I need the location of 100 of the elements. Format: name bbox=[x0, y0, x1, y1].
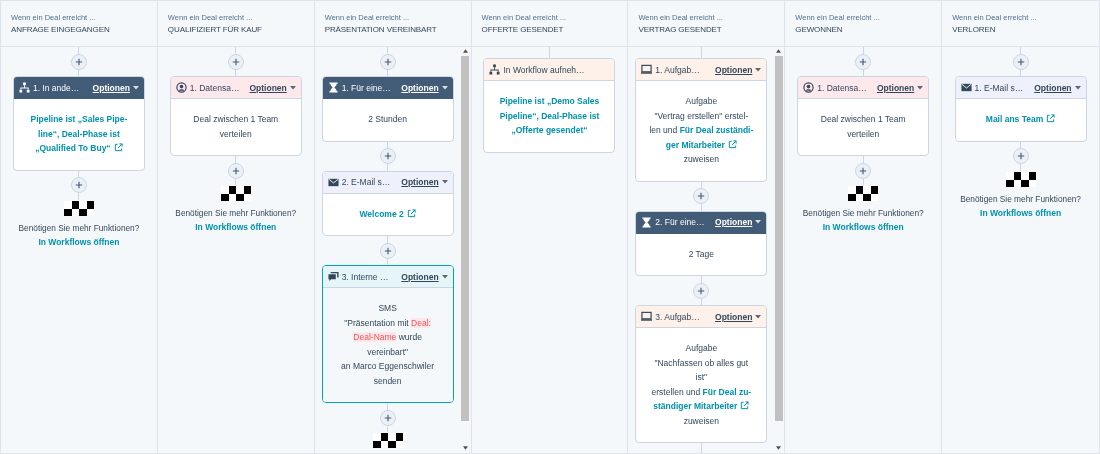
caret-icon bbox=[441, 180, 448, 184]
record-link[interactable]: Pipeline“, Deal-Phase ist bbox=[499, 110, 600, 121]
envelope-icon bbox=[960, 82, 972, 93]
person-rotate-icon bbox=[175, 82, 187, 93]
external-link-icon bbox=[740, 401, 750, 410]
envelope-icon bbox=[327, 176, 339, 188]
action-title: 1. Für eine… bbox=[341, 82, 391, 93]
record-link[interactable]: Pipeline ist „Sales Pipe- bbox=[30, 114, 128, 124]
options-dropdown[interactable]: Optionen bbox=[401, 82, 448, 93]
action-title: In Workflow aufneh… bbox=[503, 64, 585, 75]
stage-name: PRÄSENTATION VEREINBART bbox=[324, 24, 438, 36]
add-step-button[interactable] bbox=[70, 53, 87, 70]
scrollbar-thumb[interactable] bbox=[774, 56, 783, 421]
add-step-button[interactable] bbox=[70, 177, 87, 193]
hourglass-icon bbox=[641, 216, 653, 228]
add-step-button[interactable] bbox=[379, 148, 396, 164]
action-title: 2. E-Mail s… bbox=[341, 177, 391, 187]
scroll-up-icon[interactable] bbox=[462, 49, 468, 53]
add-step-button[interactable] bbox=[227, 53, 244, 70]
options-dropdown[interactable]: Optionen bbox=[1034, 82, 1081, 93]
stage-name: QUALIFIZIERT FÜR KAUF bbox=[167, 24, 263, 36]
options-dropdown[interactable]: Optionen bbox=[876, 82, 924, 93]
checkered-flag-icon bbox=[372, 433, 403, 448]
checkered-flag-icon bbox=[1005, 171, 1036, 187]
action-description: 2 Stunden bbox=[367, 113, 408, 126]
plus-icon bbox=[383, 413, 392, 422]
action-title: 1. Aufgab… bbox=[655, 64, 700, 75]
options-dropdown[interactable]: Optionen bbox=[401, 177, 448, 187]
add-step-button[interactable] bbox=[693, 188, 710, 204]
action-card[interactable]: 2. Für eine… Optionen 2 Tage bbox=[635, 210, 768, 276]
plus-icon bbox=[697, 192, 706, 200]
action-title: 1. E-Mail s… bbox=[974, 82, 1024, 93]
add-step-button[interactable] bbox=[227, 162, 244, 179]
plus-icon bbox=[697, 286, 706, 295]
action-card[interactable]: In Workflow aufneh… Pipeline ist „Demo Sales Pipeline“, Deal-Phase ist „Offerte gesendet“ bbox=[483, 58, 616, 153]
action-card[interactable]: 3. Aufgab… Optionen Aufgabe "Nachfassen ob alles gut ist" erstellen und Für Deal zu- ständiger Mitarbeiter zuweisen bbox=[635, 305, 768, 443]
monitor-icon bbox=[641, 311, 653, 322]
action-card[interactable]: 3. Interne … Optionen SMS "Präsentation mit Deal: Deal-Name wurde vereinbart" an Marco Eggenschwiler senden bbox=[321, 265, 454, 403]
action-description: Aufgabe "Vertrag erstellen" erstel- len und Für Deal zuständi- ger Mitarbeiter zuweisen bbox=[648, 95, 755, 166]
caret-icon bbox=[755, 314, 762, 319]
scroll-down-icon[interactable] bbox=[776, 446, 782, 450]
add-step-button[interactable] bbox=[379, 242, 396, 259]
record-link[interactable]: „Offerte gesendet“ bbox=[511, 125, 588, 135]
action-card[interactable]: 1. E-Mail s… Optionen Mail ans Team bbox=[954, 76, 1087, 142]
action-description: Deal zwischen 1 Team verteilen bbox=[819, 113, 907, 141]
options-dropdown[interactable]: Optionen bbox=[715, 311, 762, 322]
add-step-button[interactable] bbox=[855, 162, 872, 179]
plus-icon bbox=[383, 246, 392, 255]
options-dropdown[interactable]: Optionen bbox=[715, 64, 762, 75]
add-step-button[interactable] bbox=[1012, 53, 1029, 70]
scroll-down-icon[interactable] bbox=[462, 446, 468, 450]
open-workflows-link[interactable]: In Workflows öffnen bbox=[980, 205, 1062, 221]
options-dropdown[interactable]: Optionen bbox=[401, 271, 448, 282]
options-dropdown[interactable]: Optionen bbox=[92, 82, 139, 93]
record-link[interactable]: „Qualified To Buy“ bbox=[35, 143, 123, 153]
hint-text: Benötigen Sie mehr Funktionen? bbox=[802, 207, 924, 220]
scroll-up-icon[interactable] bbox=[776, 49, 782, 53]
open-workflows-link[interactable]: In Workflows öffnen bbox=[822, 220, 904, 235]
action-title: 1. Datensa… bbox=[189, 82, 240, 93]
caret-icon bbox=[132, 85, 139, 90]
open-workflows-link[interactable]: In Workflows öffnen bbox=[195, 220, 277, 235]
caret-icon bbox=[1074, 85, 1081, 90]
action-description: SMS "Präsentation mit Deal: Deal-Name wurde vereinbart" an Marco Eggenschwiler senden bbox=[340, 302, 436, 388]
action-description: Deal zwischen 1 Team verteilen bbox=[192, 113, 280, 141]
record-link[interactable]: Welcome 2 bbox=[359, 208, 416, 219]
add-step-button[interactable] bbox=[855, 53, 872, 70]
record-link[interactable]: Mail ans Team bbox=[985, 114, 1056, 124]
person-rotate-icon bbox=[803, 82, 815, 93]
plus-icon bbox=[1016, 152, 1025, 160]
record-link[interactable]: line“, Deal-Phase ist bbox=[38, 128, 120, 139]
action-card[interactable]: 1. In ande… Optionen Pipeline ist „Sales Pipe- line“, Deal-Phase ist „Qualified To Buy“ bbox=[12, 76, 145, 171]
add-step-button[interactable] bbox=[379, 53, 396, 70]
options-dropdown[interactable]: Optionen bbox=[249, 82, 296, 93]
action-card[interactable]: 1. Aufgab… Optionen Aufgabe "Vertrag erstellen" erstel- len und Für Deal zuständi- ger Mitarbeiter zuweisen bbox=[635, 58, 768, 182]
scrollbar[interactable] bbox=[460, 49, 470, 450]
open-workflows-link[interactable]: In Workflows öffnen bbox=[38, 234, 120, 250]
caret-icon bbox=[755, 67, 762, 72]
action-title: 1. Datensa… bbox=[817, 82, 867, 93]
hint-text: Benötigen Sie mehr Funktionen? bbox=[960, 192, 1081, 206]
add-step-button[interactable] bbox=[693, 282, 710, 299]
action-card[interactable]: 1. Datensa… Optionen Deal zwischen 1 Team verteilen bbox=[797, 76, 930, 156]
action-card[interactable]: 1. Für eine… Optionen 2 Stunden bbox=[321, 76, 454, 142]
action-card[interactable]: 2. E-Mail s… Optionen Welcome 2 bbox=[321, 170, 454, 236]
caret-icon bbox=[755, 220, 762, 224]
action-card[interactable]: 1. Datensa… Optionen Deal zwischen 1 Team verteilen bbox=[169, 76, 302, 156]
hourglass-icon bbox=[327, 82, 339, 93]
record-link[interactable]: Pipeline ist „Demo Sales bbox=[499, 96, 600, 106]
external-link-icon bbox=[406, 208, 416, 218]
record-link[interactable]: ständiger Mitarbeiter bbox=[653, 401, 750, 411]
add-step-button[interactable] bbox=[379, 409, 396, 426]
record-link[interactable]: Für Deal zu- bbox=[702, 386, 752, 397]
scrollbar[interactable] bbox=[774, 49, 784, 450]
add-step-button[interactable] bbox=[1012, 148, 1029, 164]
scrollbar-thumb[interactable] bbox=[461, 56, 470, 421]
record-link[interactable]: ger Mitarbeiter bbox=[665, 139, 737, 150]
action-description: Aufgabe "Nachfassen ob alles gut ist" erstellen und Für Deal zu- ständiger Mitarbeiter zuweisen bbox=[650, 342, 753, 428]
caret-icon bbox=[917, 85, 924, 90]
branch-icon bbox=[489, 64, 501, 75]
record-link[interactable]: Für Deal zuständi- bbox=[679, 125, 754, 135]
options-dropdown[interactable]: Optionen bbox=[715, 217, 762, 227]
